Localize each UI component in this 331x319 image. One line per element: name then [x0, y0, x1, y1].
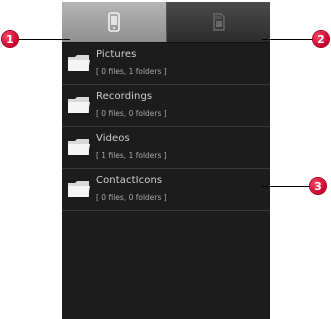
- callout-badge-2: 2: [313, 31, 329, 47]
- folder-row-recordings[interactable]: Recordings [ 0 files, 0 folders ]: [62, 85, 270, 127]
- tab-phone-storage[interactable]: [62, 2, 167, 42]
- folder-name: ContactIcons: [96, 175, 163, 186]
- folder-icon: [68, 139, 90, 155]
- storage-tab-bar: [62, 2, 270, 43]
- folder-info: [ 0 files, 1 folders ]: [96, 67, 167, 76]
- folder-name: Videos: [96, 133, 130, 144]
- sd-card-icon: [212, 13, 225, 31]
- folder-name: Recordings: [96, 91, 153, 102]
- folder-icon: [68, 97, 90, 113]
- phone-icon: [108, 12, 120, 32]
- folder-info: [ 0 files, 0 folders ]: [96, 193, 167, 202]
- file-manager-screen: Pictures [ 0 files, 1 folders ] Recordin…: [62, 2, 270, 319]
- folder-row-videos[interactable]: Videos [ 1 files, 1 folders ]: [62, 127, 270, 169]
- folder-name: Pictures: [96, 49, 137, 60]
- folder-icon: [68, 55, 90, 71]
- callout-badge-1: 1: [2, 31, 18, 47]
- callout-line-3: [262, 186, 311, 187]
- tab-sd-card[interactable]: [167, 2, 270, 42]
- callout-badge-3: 3: [310, 178, 326, 194]
- folder-info: [ 0 files, 0 folders ]: [96, 109, 167, 118]
- folder-row-contacticons[interactable]: ContactIcons [ 0 files, 0 folders ]: [62, 169, 270, 211]
- folder-icon: [68, 181, 90, 197]
- callout-line-1: [17, 39, 70, 40]
- callout-line-2: [262, 39, 314, 40]
- folder-info: [ 1 files, 1 folders ]: [96, 151, 167, 160]
- folder-row-pictures[interactable]: Pictures [ 0 files, 1 folders ]: [62, 43, 270, 85]
